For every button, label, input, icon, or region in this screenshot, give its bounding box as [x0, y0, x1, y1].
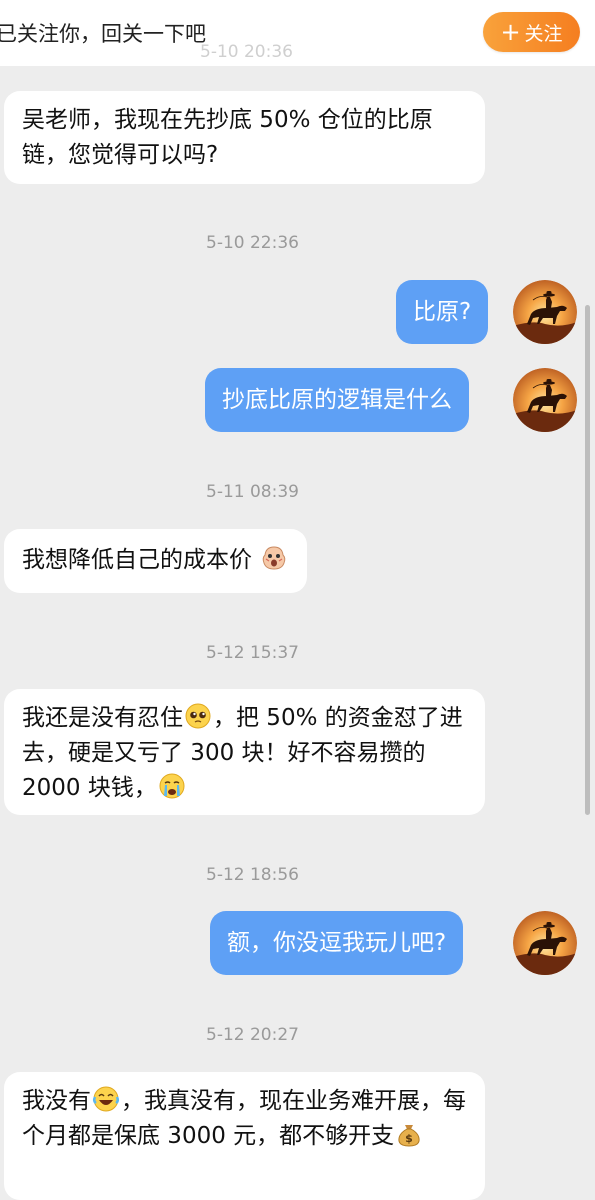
message-text: 额，你没逗我玩儿吧? — [227, 930, 447, 956]
message-received[interactable]: 吴老师，我现在先抄底 50% 仓位的比原链，您觉得可以吗? — [4, 91, 485, 184]
message-text: 我还是没有忍住 — [22, 705, 183, 731]
message-received[interactable]: 我想降低自己的成本价 — [4, 529, 308, 593]
pleading-face-emoji-icon — [185, 703, 211, 729]
scared-face-emoji-icon — [263, 546, 286, 570]
message-text: 抄底比原的逻辑是什么 — [222, 387, 452, 413]
message-sent[interactable]: 抄底比原的逻辑是什么 — [205, 368, 469, 432]
message-received[interactable]: 我还是没有忍住 ，把 50% 的资金怼了进去，硬是又亏了 300 块！好不容易攒… — [4, 689, 485, 815]
message-text: 我想降低自己的成本价 — [22, 547, 252, 573]
timestamp: 5-12 15:37 — [206, 643, 299, 663]
timestamp: 5-12 20:27 — [206, 1025, 299, 1045]
laughing-tears-emoji-icon — [92, 1086, 120, 1112]
cowboy-avatar-icon — [513, 280, 577, 344]
faded-timestamp: 5-10 20:36 — [200, 42, 293, 62]
message-text: 我没有 — [22, 1088, 91, 1114]
avatar[interactable] — [513, 368, 577, 432]
follow-button[interactable]: + 关注 — [483, 12, 580, 52]
message-received[interactable]: 我没有 ，我真没有，现在业务难开展，每个月都是保底 3000 元，都不够开支 $ — [4, 1072, 485, 1200]
cowboy-avatar-icon — [513, 911, 577, 975]
timestamp: 5-11 08:39 — [206, 482, 299, 502]
follow-button-label: 关注 — [524, 22, 563, 45]
plus-icon: + — [500, 18, 521, 46]
crying-face-emoji-icon — [159, 773, 185, 799]
message-text: 比原? — [413, 299, 472, 325]
cowboy-avatar-icon — [513, 368, 577, 432]
money-bag-emoji-icon: $ — [398, 1125, 420, 1147]
avatar[interactable] — [513, 911, 577, 975]
svg-text:$: $ — [405, 1132, 413, 1145]
timestamp: 5-12 18:56 — [206, 865, 299, 885]
timestamp: 5-10 22:36 — [206, 233, 299, 253]
message-text: 吴老师，我现在先抄底 50% 仓位的比原链，您觉得可以吗? — [22, 107, 433, 168]
message-sent[interactable]: 额，你没逗我玩儿吧? — [210, 911, 464, 975]
top-bar: 5-10 20:36 已关注你，回关一下吧 + 关注 — [0, 0, 595, 66]
scrollbar[interactable] — [585, 305, 590, 815]
message-sent[interactable]: 比原? — [396, 280, 489, 344]
follow-prompt: 已关注你，回关一下吧 — [0, 22, 206, 46]
avatar[interactable] — [513, 280, 577, 344]
